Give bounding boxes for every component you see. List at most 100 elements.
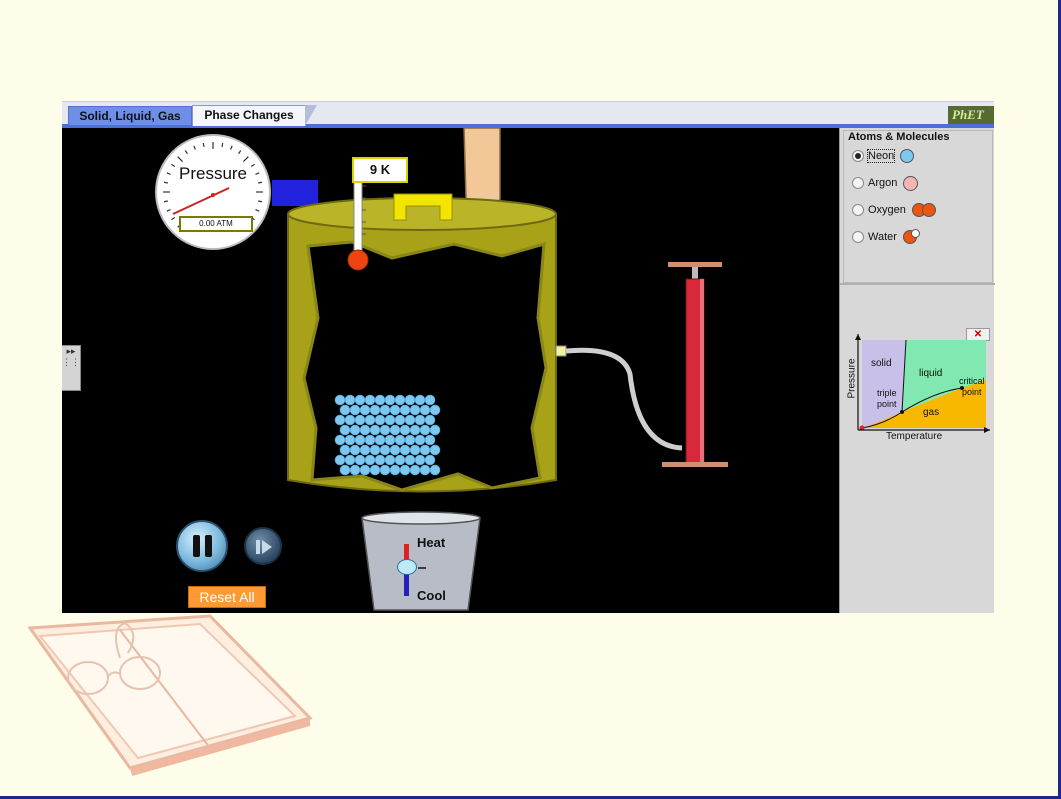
- gauge-tick: [238, 150, 242, 155]
- neon-atom: [429, 424, 441, 436]
- neon-atom: [379, 404, 391, 416]
- neon-atom: [344, 434, 356, 446]
- simulation-stage: ▸▸ ⋮⋮ Heat Cool Pressure 0.00 ATM 9 K Re…: [62, 128, 839, 613]
- neon-atom: [349, 404, 361, 416]
- neon-atom: [379, 444, 391, 456]
- neon-atom: [344, 414, 356, 426]
- neon-atom: [399, 464, 411, 476]
- neon-atom: [399, 404, 411, 416]
- neon-atom: [414, 434, 426, 446]
- argon-atom-icon: [903, 175, 919, 191]
- neon-atom: [429, 444, 441, 456]
- neon-atom: [349, 424, 361, 436]
- gauge-tick: [257, 200, 263, 203]
- neon-atom: [374, 394, 386, 406]
- neon-atom: [414, 454, 426, 466]
- gauge-tick: [230, 145, 233, 150]
- tab-phase-changes[interactable]: Phase Changes: [192, 105, 317, 126]
- neon-atom: [384, 414, 396, 426]
- pause-button[interactable]: [176, 520, 228, 572]
- neon-atom: [379, 464, 391, 476]
- neon-atom: [384, 454, 396, 466]
- neon-atom: [339, 444, 351, 456]
- phet-simulation-window: Solid, Liquid, Gas Phase Changes PhET ▸▸…: [62, 101, 995, 613]
- neon-atom: [389, 424, 401, 436]
- neon-atom: [409, 404, 421, 416]
- neon-atom: [424, 414, 436, 426]
- thermometer-tube: [353, 177, 363, 255]
- critical-point-label: critical point: [959, 376, 985, 398]
- neon-atom: [359, 464, 371, 476]
- pump-hose: [565, 347, 683, 451]
- radio-button[interactable]: [852, 150, 864, 162]
- heat-cool-slider-knob[interactable]: [397, 559, 417, 575]
- neon-atom: [374, 454, 386, 466]
- pressure-gauge: Pressure 0.00 ATM: [155, 134, 271, 250]
- gas-label: gas: [923, 407, 940, 418]
- reset-all-button[interactable]: Reset All: [188, 586, 266, 608]
- cool-label: Cool: [417, 588, 446, 603]
- gauge-tick: [163, 200, 169, 203]
- gauge-needle: [172, 187, 230, 215]
- neon-atom: [409, 444, 421, 456]
- neon-atom: [364, 394, 376, 406]
- neon-atom: [389, 464, 401, 476]
- neon-atom: [364, 414, 376, 426]
- neon-atom: [424, 434, 436, 446]
- radio-button[interactable]: [852, 177, 864, 189]
- radio-water[interactable]: Water: [852, 228, 920, 246]
- gauge-tick: [193, 145, 196, 150]
- neon-atom: [344, 454, 356, 466]
- triple-point-label: triple point: [877, 388, 897, 410]
- neon-atom: [354, 454, 366, 466]
- neon-atom: [359, 424, 371, 436]
- pause-icon-bar: [205, 535, 212, 557]
- step-forward-icon: [256, 540, 272, 554]
- neon-atom: [334, 454, 346, 466]
- tab-solid-liquid-gas[interactable]: Solid, Liquid, Gas: [68, 106, 192, 125]
- radio-label[interactable]: Oxygen: [868, 204, 906, 216]
- neon-particles: [334, 394, 441, 476]
- neon-atom: [334, 394, 346, 406]
- gauge-tick: [177, 156, 184, 163]
- gauge-tick: [242, 156, 249, 163]
- neon-atom: [354, 394, 366, 406]
- neon-atom: [374, 434, 386, 446]
- neon-atom: [404, 434, 416, 446]
- neon-atom: [359, 444, 371, 456]
- step-button[interactable]: [244, 527, 282, 565]
- heat-label: Heat: [417, 535, 446, 550]
- hose-connector: [555, 345, 567, 357]
- triple-point-marker: [900, 410, 904, 414]
- neon-atom: [339, 404, 351, 416]
- triple-point-line-1: triple: [877, 388, 897, 398]
- radio-argon[interactable]: Argon: [852, 174, 919, 192]
- neon-atom: [369, 424, 381, 436]
- neon-atom: [394, 394, 406, 406]
- temperature-readout: 9 K: [352, 157, 408, 183]
- neon-atom: [404, 394, 416, 406]
- radio-button[interactable]: [852, 231, 864, 243]
- pump-handle: [668, 262, 722, 267]
- radio-oxygen[interactable]: Oxygen: [852, 201, 936, 219]
- neon-atom: [339, 424, 351, 436]
- neon-atom: [389, 404, 401, 416]
- neon-atom: [354, 414, 366, 426]
- solid-label: solid: [871, 358, 892, 369]
- neon-atom: [364, 454, 376, 466]
- neon-atom: [379, 424, 391, 436]
- radio-button[interactable]: [852, 204, 864, 216]
- radio-neon[interactable]: Neon: [852, 147, 915, 165]
- critical-point-line-2: point: [961, 387, 982, 397]
- neon-atom: [394, 454, 406, 466]
- radio-label[interactable]: Water: [868, 231, 897, 243]
- radio-label[interactable]: Argon: [868, 177, 897, 189]
- phet-logo[interactable]: PhET: [948, 106, 994, 124]
- neon-atom: [409, 424, 421, 436]
- neon-atom: [384, 394, 396, 406]
- neon-atom: [344, 394, 356, 406]
- neon-atom: [399, 424, 411, 436]
- neon-atom: [339, 464, 351, 476]
- radio-label[interactable]: Neon: [866, 149, 896, 163]
- neon-atom: [369, 404, 381, 416]
